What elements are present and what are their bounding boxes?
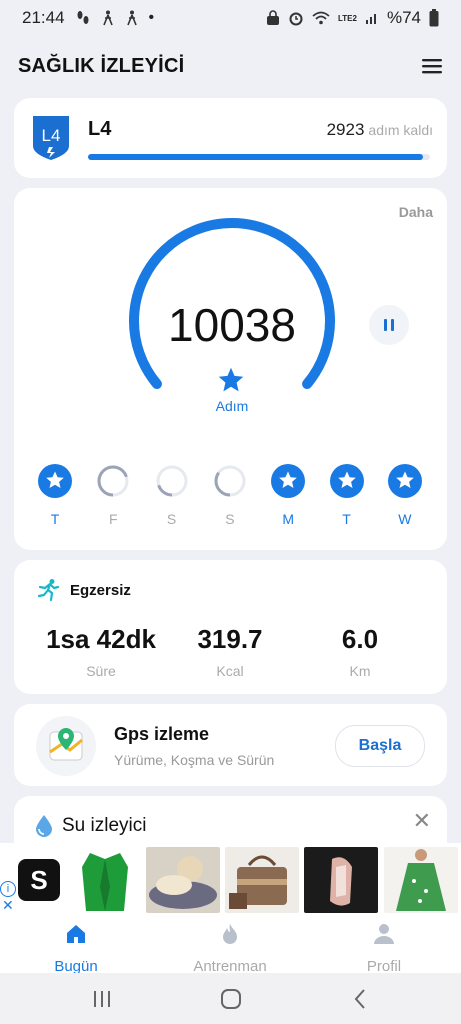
day-6[interactable]: W [387, 464, 422, 527]
bottom-navigation: Bugün Antrenman Profil [0, 917, 461, 975]
level-badge-text: L4 [42, 126, 61, 145]
app-bar: SAĞLIK İZLEYİCİ [0, 44, 461, 88]
level-card[interactable]: L4 L4 2923 adım kaldı [14, 98, 447, 178]
day-label: M [282, 511, 295, 527]
day-label: F [109, 511, 118, 527]
system-navigation [0, 973, 461, 1024]
nav-item-profile[interactable]: Profil [324, 923, 444, 975]
map-pin-icon [36, 716, 96, 776]
day-complete-icon [271, 464, 306, 498]
gps-start-button[interactable]: Başla [335, 725, 425, 767]
alarm-icon [289, 12, 303, 26]
day-label: S [166, 511, 177, 527]
nav-item-training[interactable]: Antrenman [170, 923, 290, 975]
star-icon [218, 367, 244, 392]
level-progress-fill [88, 154, 424, 160]
flame-icon [223, 924, 237, 944]
day-label: T [50, 511, 60, 527]
close-icon[interactable]: ✕ [413, 808, 431, 834]
stat-label: Süre [86, 663, 116, 679]
person-icon [374, 924, 394, 944]
home-icon [67, 925, 85, 943]
day-label: W [398, 511, 412, 527]
water-title: Su izleyici [62, 815, 147, 836]
day-progress-ring [156, 465, 188, 497]
footsteps-icon [77, 11, 89, 24]
ad-close-icon[interactable]: ✕ [2, 897, 14, 914]
back-icon[interactable] [349, 987, 373, 1011]
stat-label: Kcal [216, 663, 244, 679]
home-button-icon[interactable] [219, 987, 243, 1011]
steps-card: Daha 10038 Adım T F S S M T W [14, 188, 447, 550]
stat-km: 6.0 Km [295, 624, 425, 679]
pause-button[interactable] [369, 305, 409, 345]
level-remaining: 2923 adım kaldı [327, 120, 433, 140]
stat-value: 1sa 42dk [46, 624, 156, 654]
menu-icon[interactable] [421, 57, 443, 75]
stat-label: Km [349, 663, 371, 679]
lock-icon [267, 10, 279, 25]
signal-icon [365, 14, 376, 24]
ad-info-icon[interactable]: i [0, 881, 16, 897]
app-title: SAĞLIK İZLEYİCİ [18, 54, 185, 77]
walking-icon-2 [126, 10, 137, 26]
day-progress-ring [97, 465, 129, 497]
status-bar: 21:44 • LTE2 %74 [0, 0, 461, 36]
more-link[interactable]: Daha [399, 204, 433, 220]
running-icon [37, 579, 60, 602]
gps-card[interactable]: Gps izleme Yürüme, Koşma ve Sürün Başla [14, 704, 447, 786]
day-progress-ring [214, 465, 246, 497]
step-count: 10038 [168, 299, 296, 351]
day-5[interactable]: T [329, 464, 364, 527]
network-label: LTE2 [338, 13, 357, 23]
day-label: S [225, 511, 235, 527]
gps-subtitle: Yürüme, Koşma ve Sürün [114, 752, 275, 768]
ad-product-image[interactable] [384, 847, 458, 913]
wifi-icon [312, 11, 330, 25]
recent-apps-icon[interactable] [90, 987, 114, 1011]
status-time: 21:44 [22, 8, 65, 27]
exercise-card[interactable]: Egzersiz 1sa 42dk Süre 319.7 Kcal 6.0 Km [14, 560, 447, 694]
ad-product-image[interactable] [146, 847, 220, 913]
weekly-days-row: TFSSMTW [38, 464, 438, 534]
exercise-title: Egzersiz [70, 582, 131, 599]
day-label: T [342, 511, 351, 527]
level-progress-bar [88, 154, 430, 160]
level-name: L4 [88, 118, 112, 140]
day-complete-icon [329, 464, 364, 498]
day-2[interactable]: S [155, 464, 189, 527]
stat-duration: 1sa 42dk Süre [36, 624, 166, 679]
stat-kcal: 319.7 Kcal [165, 624, 295, 679]
ad-product-image[interactable] [304, 847, 378, 913]
day-4[interactable]: M [271, 464, 306, 527]
ad-product-image[interactable] [225, 847, 299, 913]
pause-icon [384, 319, 394, 331]
remaining-unit: adım kaldı [368, 122, 433, 138]
gps-title: Gps izleme [114, 724, 210, 744]
day-3[interactable]: S [213, 464, 247, 527]
battery-level: %74 [386, 8, 421, 27]
ad-logo[interactable]: S [18, 859, 60, 901]
day-complete-icon [38, 464, 72, 498]
nav-item-today[interactable]: Bugün [16, 923, 136, 975]
level-badge-icon: L4 [33, 116, 69, 160]
ad-banner[interactable]: i ✕ S [0, 843, 461, 917]
day-complete-icon [387, 464, 422, 498]
stat-value: 319.7 [197, 624, 263, 654]
battery-icon [429, 9, 439, 27]
day-0[interactable]: T [38, 464, 72, 527]
step-unit-label: Adım [215, 398, 249, 414]
stat-value: 6.0 [341, 624, 379, 654]
ad-product-image[interactable] [68, 847, 142, 913]
walking-icon [102, 10, 113, 26]
status-dot: • [148, 9, 155, 26]
remaining-steps: 2923 [326, 120, 365, 139]
water-drop-icon [36, 815, 52, 837]
day-1[interactable]: F [96, 464, 130, 527]
